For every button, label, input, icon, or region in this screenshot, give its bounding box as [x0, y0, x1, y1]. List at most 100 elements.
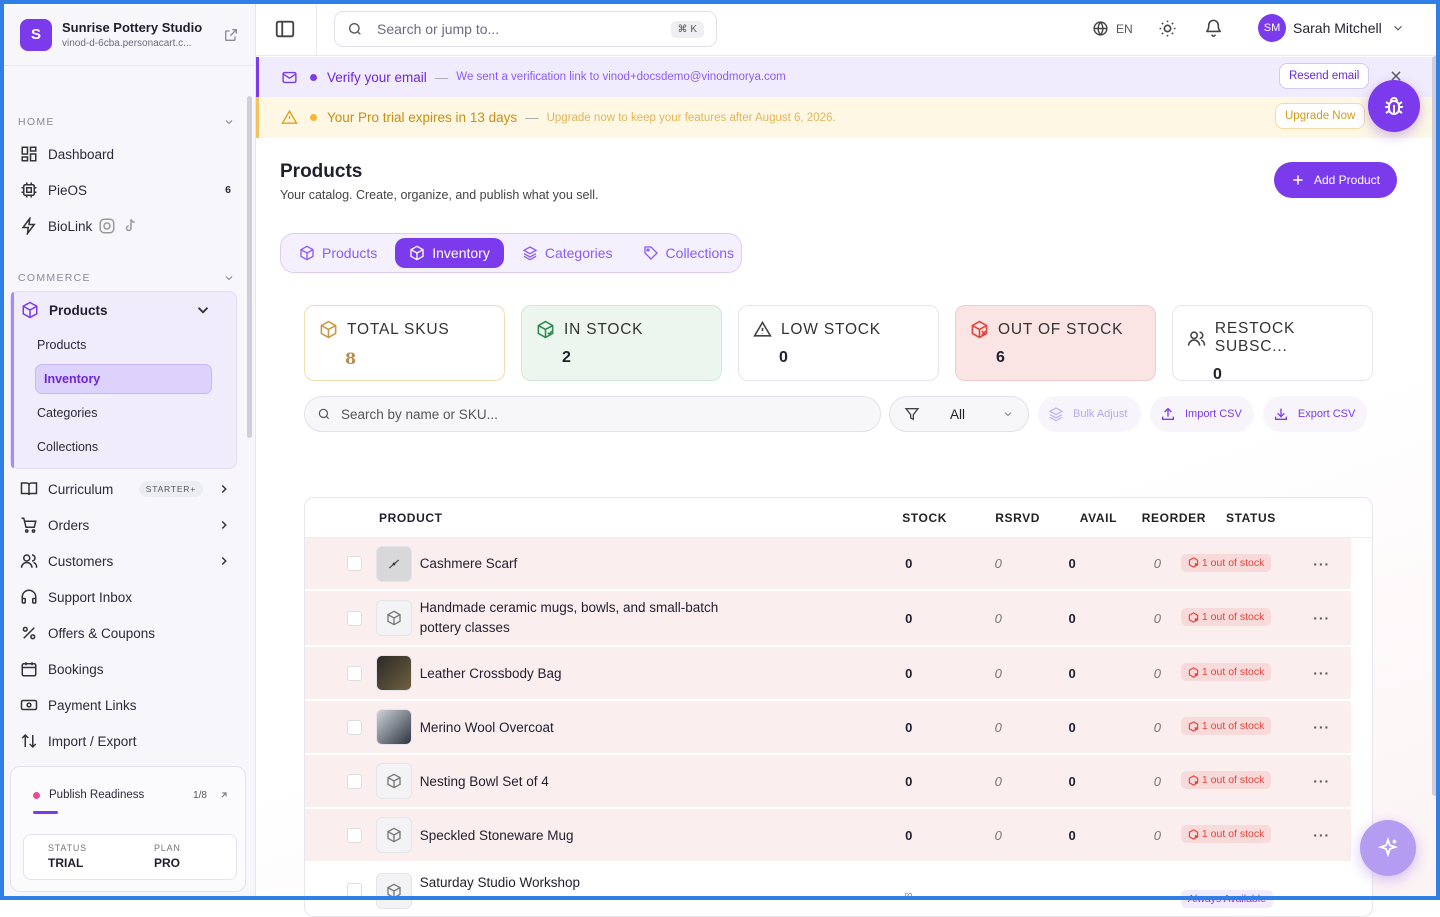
row-actions-menu[interactable]: ··· [1313, 610, 1351, 626]
status-badge: 1 out of stock [1181, 717, 1271, 735]
arrows-up-down-icon [20, 732, 38, 750]
add-product-button[interactable]: Add Product [1274, 162, 1397, 198]
box-icon [299, 245, 315, 261]
status-text: 1 out of stock [1202, 720, 1264, 732]
row-checkbox[interactable] [347, 883, 362, 898]
row-checkbox[interactable] [347, 611, 362, 626]
section-home-label: HOME [18, 116, 55, 128]
sidebar-subitem-collections[interactable]: Collections [11, 430, 236, 464]
export-csv-label: Export CSV [1298, 408, 1355, 420]
sidebar-item-biolink[interactable]: BioLink [4, 208, 255, 244]
table-row[interactable]: Cashmere Scarf 0 0 0 0 1 out of stock ··… [305, 538, 1351, 591]
sidebar-item-dashboard[interactable]: Dashboard [4, 136, 255, 172]
warning-icon [753, 320, 772, 339]
import-csv-button[interactable]: Import CSV [1150, 396, 1254, 432]
col-rsrvd[interactable]: RSRVD [975, 511, 1060, 525]
table-row[interactable]: Merino Wool Overcoat 0 0 0 0 1 out of st… [305, 701, 1351, 755]
cell-stock: 0 [810, 611, 940, 626]
row-checkbox[interactable] [347, 666, 362, 681]
status-text: 1 out of stock [1202, 611, 1264, 623]
sidebar-subitem-products[interactable]: Products [11, 328, 236, 362]
bell-icon[interactable] [1204, 18, 1223, 37]
col-status[interactable]: STATUS [1216, 511, 1366, 525]
row-actions-menu[interactable]: ··· [1313, 827, 1351, 843]
sidebar-item-label: Customers [48, 554, 113, 569]
user-menu[interactable]: SM Sarah Mitchell [1258, 14, 1405, 42]
row-actions-menu[interactable]: ··· [1313, 773, 1351, 789]
section-home[interactable]: HOME [4, 114, 255, 130]
bug-report-button[interactable] [1368, 80, 1420, 132]
sidebar-subitem-categories[interactable]: Categories [11, 396, 236, 430]
store-url: vinod-d-6cba.personacart.c... [62, 38, 223, 49]
sidebar-toggle-icon[interactable] [274, 18, 296, 40]
stat-label: OUT OF STOCK [998, 321, 1123, 339]
inventory-search-input[interactable]: Search by name or SKU... [304, 396, 881, 432]
sidebar-item-payment-links[interactable]: Payment Links [4, 687, 255, 723]
table-row[interactable]: Handmade ceramic mugs, bowls, and small-… [305, 591, 1351, 647]
verify-email-banner: Verify your email — We sent a verificati… [256, 57, 1436, 97]
ai-assistant-button[interactable] [1360, 820, 1416, 876]
col-stock[interactable]: STOCK [839, 511, 975, 525]
stock-filter-select[interactable]: All [889, 396, 1029, 432]
sidebar-item-customers[interactable]: Customers [4, 543, 255, 579]
sidebar-item-orders[interactable]: Orders [4, 507, 255, 543]
col-reorder[interactable]: REORDER [1138, 511, 1216, 525]
stat-label: IN STOCK [564, 321, 643, 339]
cell-rsrvd: 0 [940, 556, 1021, 571]
col-avail[interactable]: AVAIL [1060, 511, 1138, 525]
sidebar-item-products[interactable]: Products [11, 292, 236, 328]
language-label: EN [1116, 22, 1133, 36]
book-icon [20, 480, 38, 498]
external-link-icon[interactable] [223, 27, 239, 43]
add-product-label: Add Product [1314, 173, 1380, 187]
store-switcher[interactable]: S Sunrise Pottery Studio vinod-d-6cba.pe… [4, 4, 255, 66]
row-checkbox[interactable] [347, 774, 362, 789]
row-checkbox[interactable] [347, 556, 362, 571]
sidebar-item-curriculum[interactable]: Curriculum STARTER+ [4, 471, 255, 507]
table-row[interactable]: Saturday Studio Workshop ∞ — — — Always … [305, 863, 1351, 917]
global-search-input[interactable]: Search or jump to... ⌘ K [334, 11, 717, 47]
page-scrollbar[interactable] [1432, 56, 1438, 796]
sidebar-item-offers-coupons[interactable]: Offers & Coupons [4, 615, 255, 651]
table-row[interactable]: Leather Crossbody Bag 0 0 0 0 1 out of s… [305, 647, 1351, 701]
sidebar-scrollbar[interactable] [247, 96, 252, 438]
sidebar-item-import-export[interactable]: Import / Export [4, 723, 255, 759]
sidebar-group-products: Products Products Inventory Categories C… [10, 291, 237, 469]
download-icon [1273, 406, 1289, 422]
section-commerce[interactable]: COMMERCE [4, 270, 255, 286]
stat-value: 2 [562, 349, 721, 367]
row-actions-menu[interactable]: ··· [1313, 719, 1351, 735]
sidebar-subitem-inventory[interactable]: Inventory [35, 364, 212, 394]
table-row[interactable]: Speckled Stoneware Mug 0 0 0 0 1 out of … [305, 809, 1351, 863]
sidebar-item-label: Payment Links [48, 698, 137, 713]
plus-icon [1291, 173, 1305, 187]
product-thumbnail [376, 655, 412, 691]
sidebar-item-support-inbox[interactable]: Support Inbox [4, 579, 255, 615]
cell-rsrvd: — [940, 873, 1021, 904]
stat-label: TOTAL SKUS [347, 321, 449, 339]
row-checkbox[interactable] [347, 828, 362, 843]
row-actions-menu[interactable]: ··· [1313, 556, 1351, 572]
row-checkbox[interactable] [347, 720, 362, 735]
resend-email-button[interactable]: Resend email [1279, 63, 1369, 89]
product-thumbnail [376, 817, 412, 853]
tab-collections[interactable]: Collections [631, 238, 746, 268]
export-csv-button[interactable]: Export CSV [1263, 396, 1367, 432]
col-product[interactable]: PRODUCT [379, 511, 839, 525]
sidebar-item-pieos[interactable]: PieOS 6 [4, 172, 255, 208]
upgrade-now-button[interactable]: Upgrade Now [1275, 103, 1365, 129]
cell-avail: 0 [1022, 556, 1097, 571]
tag-icon [643, 245, 659, 261]
sidebar-item-bookings[interactable]: Bookings [4, 651, 255, 687]
row-actions-menu[interactable]: ··· [1313, 665, 1351, 681]
language-switcher[interactable]: EN [1092, 20, 1133, 37]
tab-inventory[interactable]: Inventory [395, 238, 504, 268]
row-actions-menu[interactable]: ··· [1313, 873, 1351, 905]
sun-icon[interactable] [1158, 19, 1177, 38]
bulk-adjust-button[interactable]: Bulk Adjust [1038, 396, 1141, 432]
tab-categories[interactable]: Categories [510, 238, 625, 268]
publish-readiness-card[interactable]: Publish Readiness 1/8 STATUS TRIAL PLAN … [10, 766, 246, 892]
product-name: Nesting Bowl Set of 4 [420, 774, 549, 789]
table-row[interactable]: Nesting Bowl Set of 4 0 0 0 0 1 out of s… [305, 755, 1351, 809]
tab-products[interactable]: Products [287, 238, 389, 268]
